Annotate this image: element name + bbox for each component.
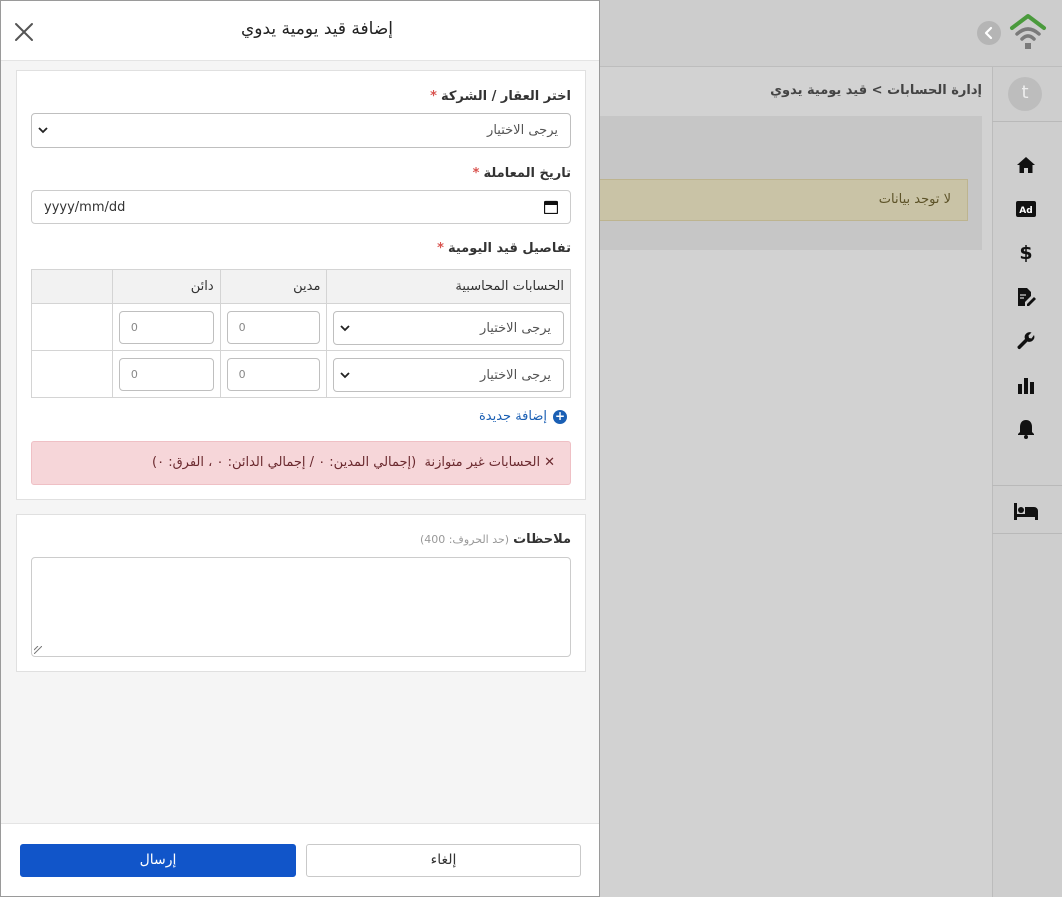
journal-details-table: الحسابات المحاسبية مدين دائن يرجى الاختي… xyxy=(31,269,571,398)
credit-input-value: 0 xyxy=(130,368,138,381)
modal-title: إضافة قيد يومية يدوي xyxy=(240,19,393,39)
credit-input[interactable]: 0 xyxy=(118,311,214,344)
alert-text: الحسابات غير متوازنة xyxy=(424,455,541,470)
credit-input[interactable]: 0 xyxy=(118,358,214,391)
debit-cell: 0 xyxy=(219,303,328,351)
property-select[interactable]: يرجى الاختيار xyxy=(31,113,571,148)
modal-footer: إلغاء إرسال xyxy=(1,823,599,896)
empty-state-message: لا توجد بيانات xyxy=(598,179,968,221)
notes-section: ملاحظات(حد الحروف: 400) xyxy=(16,514,586,672)
sidebar-divider xyxy=(992,121,1062,122)
debit-input-value: 0 xyxy=(238,368,246,381)
chevron-down-icon xyxy=(38,127,48,134)
sidebar-divider xyxy=(992,485,1062,486)
details-label: تفاصيل قيد اليومية* xyxy=(437,241,571,256)
entry-form-section: اختر العقار / الشركة* يرجى الاختيار تاري… xyxy=(16,70,586,500)
dollar-icon[interactable]: $ xyxy=(1014,241,1038,263)
error-x-icon: ✕ xyxy=(544,455,555,470)
account-cell: يرجى الاختيار xyxy=(326,303,571,351)
plus-circle-icon: + xyxy=(553,408,567,424)
chevron-left-icon xyxy=(984,26,993,40)
table-header-row: الحسابات المحاسبية مدين دائن xyxy=(31,269,571,304)
sidebar-collapse-button[interactable] xyxy=(977,21,1001,45)
column-header-accounts: الحسابات المحاسبية xyxy=(326,269,571,304)
unbalanced-alert: ✕الحسابات غير متوازنة (إجمالي المدين: ٠ … xyxy=(31,441,571,485)
column-header-credit: دائن xyxy=(111,269,221,304)
chevron-down-icon xyxy=(340,325,351,332)
account-select[interactable]: يرجى الاختيار xyxy=(333,311,564,345)
date-label-text: تاريخ المعاملة xyxy=(483,166,571,181)
debit-input[interactable]: 0 xyxy=(226,311,321,344)
sidebar-divider xyxy=(992,533,1062,534)
debit-input-value: 0 xyxy=(238,321,246,334)
required-marker: * xyxy=(430,89,437,104)
bell-icon[interactable] xyxy=(1014,418,1038,440)
resize-grip-icon[interactable] xyxy=(34,646,42,654)
svg-text:Ad: Ad xyxy=(1019,206,1032,216)
calendar-icon[interactable] xyxy=(544,200,558,214)
property-label: اختر العقار / الشركة* xyxy=(430,89,571,104)
cancel-button[interactable]: إلغاء xyxy=(306,844,581,877)
credit-cell: 0 xyxy=(111,350,221,398)
date-label: تاريخ المعاملة* xyxy=(473,166,571,181)
actions-cell xyxy=(31,303,113,351)
property-select-value: يرجى الاختيار xyxy=(487,123,558,138)
transaction-date-input[interactable]: yyyy/mm/dd xyxy=(31,190,571,224)
alert-details: (إجمالي المدين: ٠ / إجمالي الدائن: ٠ ، ا… xyxy=(152,455,417,470)
close-icon[interactable] xyxy=(13,21,35,43)
chevron-down-icon xyxy=(340,372,351,379)
credit-input-value: 0 xyxy=(130,321,138,334)
bed-icon[interactable] xyxy=(1014,500,1038,522)
account-cell: يرجى الاختيار xyxy=(326,350,571,398)
column-header-debit: مدين xyxy=(219,269,328,304)
required-marker: * xyxy=(437,241,444,256)
debit-cell: 0 xyxy=(219,350,328,398)
account-select[interactable]: يرجى الاختيار xyxy=(333,358,564,392)
table-row: يرجى الاختيار 0 0 xyxy=(31,350,571,398)
avatar[interactable]: t xyxy=(1008,77,1042,111)
required-marker: * xyxy=(472,166,480,181)
home-icon[interactable] xyxy=(1014,154,1038,176)
bar-chart-icon[interactable] xyxy=(1014,374,1038,396)
journal-entry-modal: إضافة قيد يومية يدوي اختر العقار / الشرك… xyxy=(0,0,600,897)
notes-textarea[interactable] xyxy=(31,557,571,657)
modal-body: اختر العقار / الشركة* يرجى الاختيار تاري… xyxy=(1,61,599,823)
date-input-value: yyyy/mm/dd xyxy=(44,200,126,215)
details-label-text: تفاصيل قيد اليومية xyxy=(447,241,571,256)
notes-label: ملاحظات(حد الحروف: 400) xyxy=(420,532,571,547)
notes-label-text: ملاحظات xyxy=(513,532,571,547)
actions-cell xyxy=(31,350,113,398)
document-edit-icon[interactable] xyxy=(1014,286,1038,308)
ad-icon[interactable]: Ad xyxy=(1014,198,1038,220)
debit-input[interactable]: 0 xyxy=(226,358,321,391)
logo-icon xyxy=(1010,14,1046,49)
add-new-label: إضافة جديدة xyxy=(478,409,547,424)
sidebar xyxy=(992,67,1062,897)
wrench-icon[interactable] xyxy=(1014,330,1038,352)
account-select-value: يرجى الاختيار xyxy=(480,368,551,383)
notes-char-limit: (حد الحروف: 400) xyxy=(419,533,510,546)
credit-cell: 0 xyxy=(111,303,221,351)
account-select-value: يرجى الاختيار xyxy=(480,321,551,336)
property-label-text: اختر العقار / الشركة xyxy=(440,89,571,104)
modal-header: إضافة قيد يومية يدوي xyxy=(1,1,599,61)
column-header-actions xyxy=(31,269,113,304)
add-new-row-link[interactable]: + إضافة جديدة xyxy=(479,409,567,424)
breadcrumb: إدارة الحسابات > قيد يومية يدوي xyxy=(770,83,982,98)
submit-button[interactable]: إرسال xyxy=(20,844,296,877)
table-row: يرجى الاختيار 0 0 xyxy=(31,303,571,351)
svg-text:$: $ xyxy=(1019,242,1032,262)
